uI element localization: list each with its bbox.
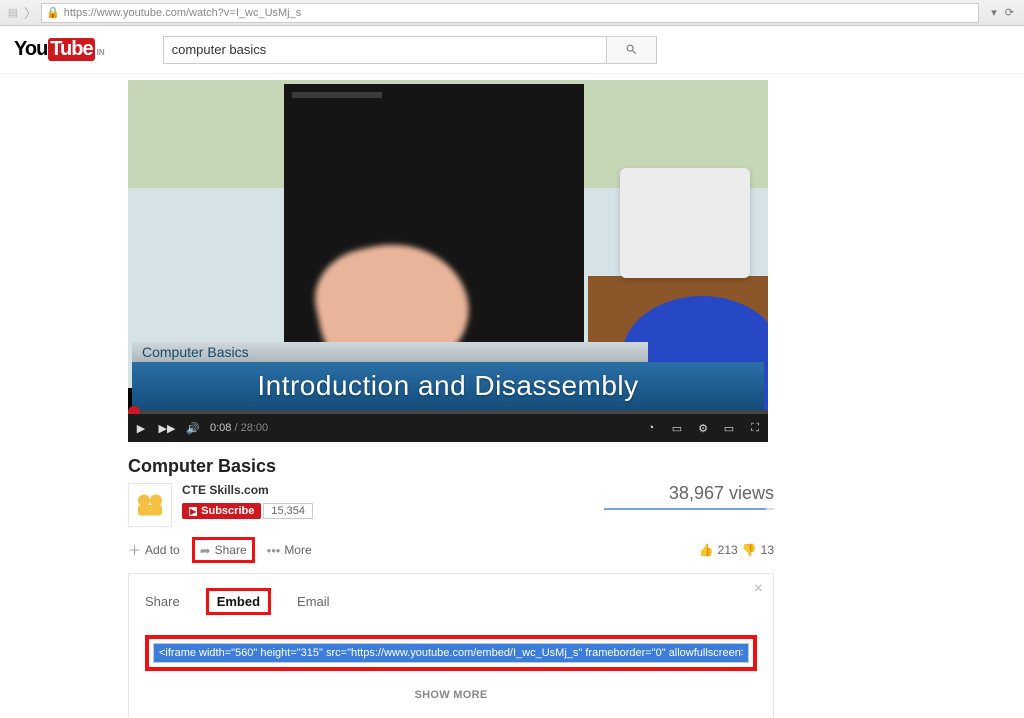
share-label: Share [215,543,247,557]
dropdown-icon[interactable]: ▾ [991,6,997,19]
subscriber-count: 15,354 [263,503,313,519]
dislike-count: 13 [761,543,774,557]
url-input[interactable]: 🔒 https://www.youtube.com/watch?v=I_wc_U… [41,3,979,23]
addto-label: Add to [145,543,180,557]
tab-email[interactable]: Email [297,594,330,609]
like-count: 213 [718,543,738,557]
embed-code-box [145,635,757,671]
chevron-right-icon: 〉 [24,3,37,22]
theater-icon[interactable]: ▭ [716,414,742,442]
more-label: More [284,543,311,557]
dislike-icon[interactable]: 👎 [742,543,757,557]
video-meta-row: CTE Skills.com Subscribe 15,354 38,967 v… [128,483,774,527]
next-button[interactable]: ▶▶ [154,414,180,442]
search-button[interactable] [607,36,657,64]
player-controls: ▶ ▶▶ 🔊 0:08 / 28:00 ◔ ▭ ⚙ ▭ ⛶ [128,414,768,442]
video-caption-large: Introduction and Disassembly [132,362,764,410]
fullscreen-icon[interactable]: ⛶ [742,414,768,442]
settings-icon[interactable]: ⚙ [690,414,716,442]
search-icon [625,43,638,56]
time-display: 0:08 / 28:00 [210,422,268,434]
video-actions: ＋ Add to ➦ Share ••• More 👍 213 👎 13 [128,537,774,563]
channel-avatar[interactable] [128,483,172,527]
volume-button[interactable]: 🔊 [180,414,206,442]
channel-name[interactable]: CTE Skills.com [182,483,604,497]
tab-share[interactable]: Share [145,594,180,609]
video-frame: Computer Basics Introduction and Disasse… [128,80,768,410]
video-title: Computer Basics [128,456,774,477]
tab-embed[interactable]: Embed [206,588,271,615]
browser-address-bar: ▤ 〉 🔒 https://www.youtube.com/watch?v=I_… [0,0,1024,26]
channel-avatar-icon [132,487,168,523]
addto-button[interactable]: ＋ Add to [128,543,180,557]
youtube-logo[interactable]: YouTubeIN [14,38,105,61]
video-caption-small: Computer Basics [132,342,648,362]
url-text: https://www.youtube.com/watch?v=I_wc_UsM… [64,7,302,19]
video-player[interactable]: Computer Basics Introduction and Disasse… [128,80,768,442]
embed-code-input[interactable] [153,643,749,663]
share-button[interactable]: ➦ Share [192,537,255,563]
captions-icon[interactable]: ▭ [664,414,690,442]
likes-ratio-bar [604,508,774,510]
more-button[interactable]: ••• More [267,543,312,557]
view-count: 38,967 views [604,483,774,504]
plus-icon: ＋ [128,544,141,557]
subscribe-button[interactable]: Subscribe [182,503,261,519]
share-icon: ➦ [200,544,211,557]
more-icon: ••• [267,544,281,557]
reload-icon[interactable]: ⟳ [1005,6,1014,19]
play-button[interactable]: ▶ [128,414,154,442]
page-identity-icon: ▤ [4,4,22,22]
show-more-button[interactable]: SHOW MORE [145,689,757,701]
site-header: YouTubeIN [0,26,1024,74]
close-icon[interactable]: × [754,580,763,598]
lock-icon: 🔒 [46,6,60,19]
watch-later-icon[interactable]: ◔ [638,414,664,442]
search-input[interactable] [163,36,607,64]
like-icon[interactable]: 👍 [699,543,714,557]
share-panel: × Share Embed Email SHOW MORE [128,573,774,718]
